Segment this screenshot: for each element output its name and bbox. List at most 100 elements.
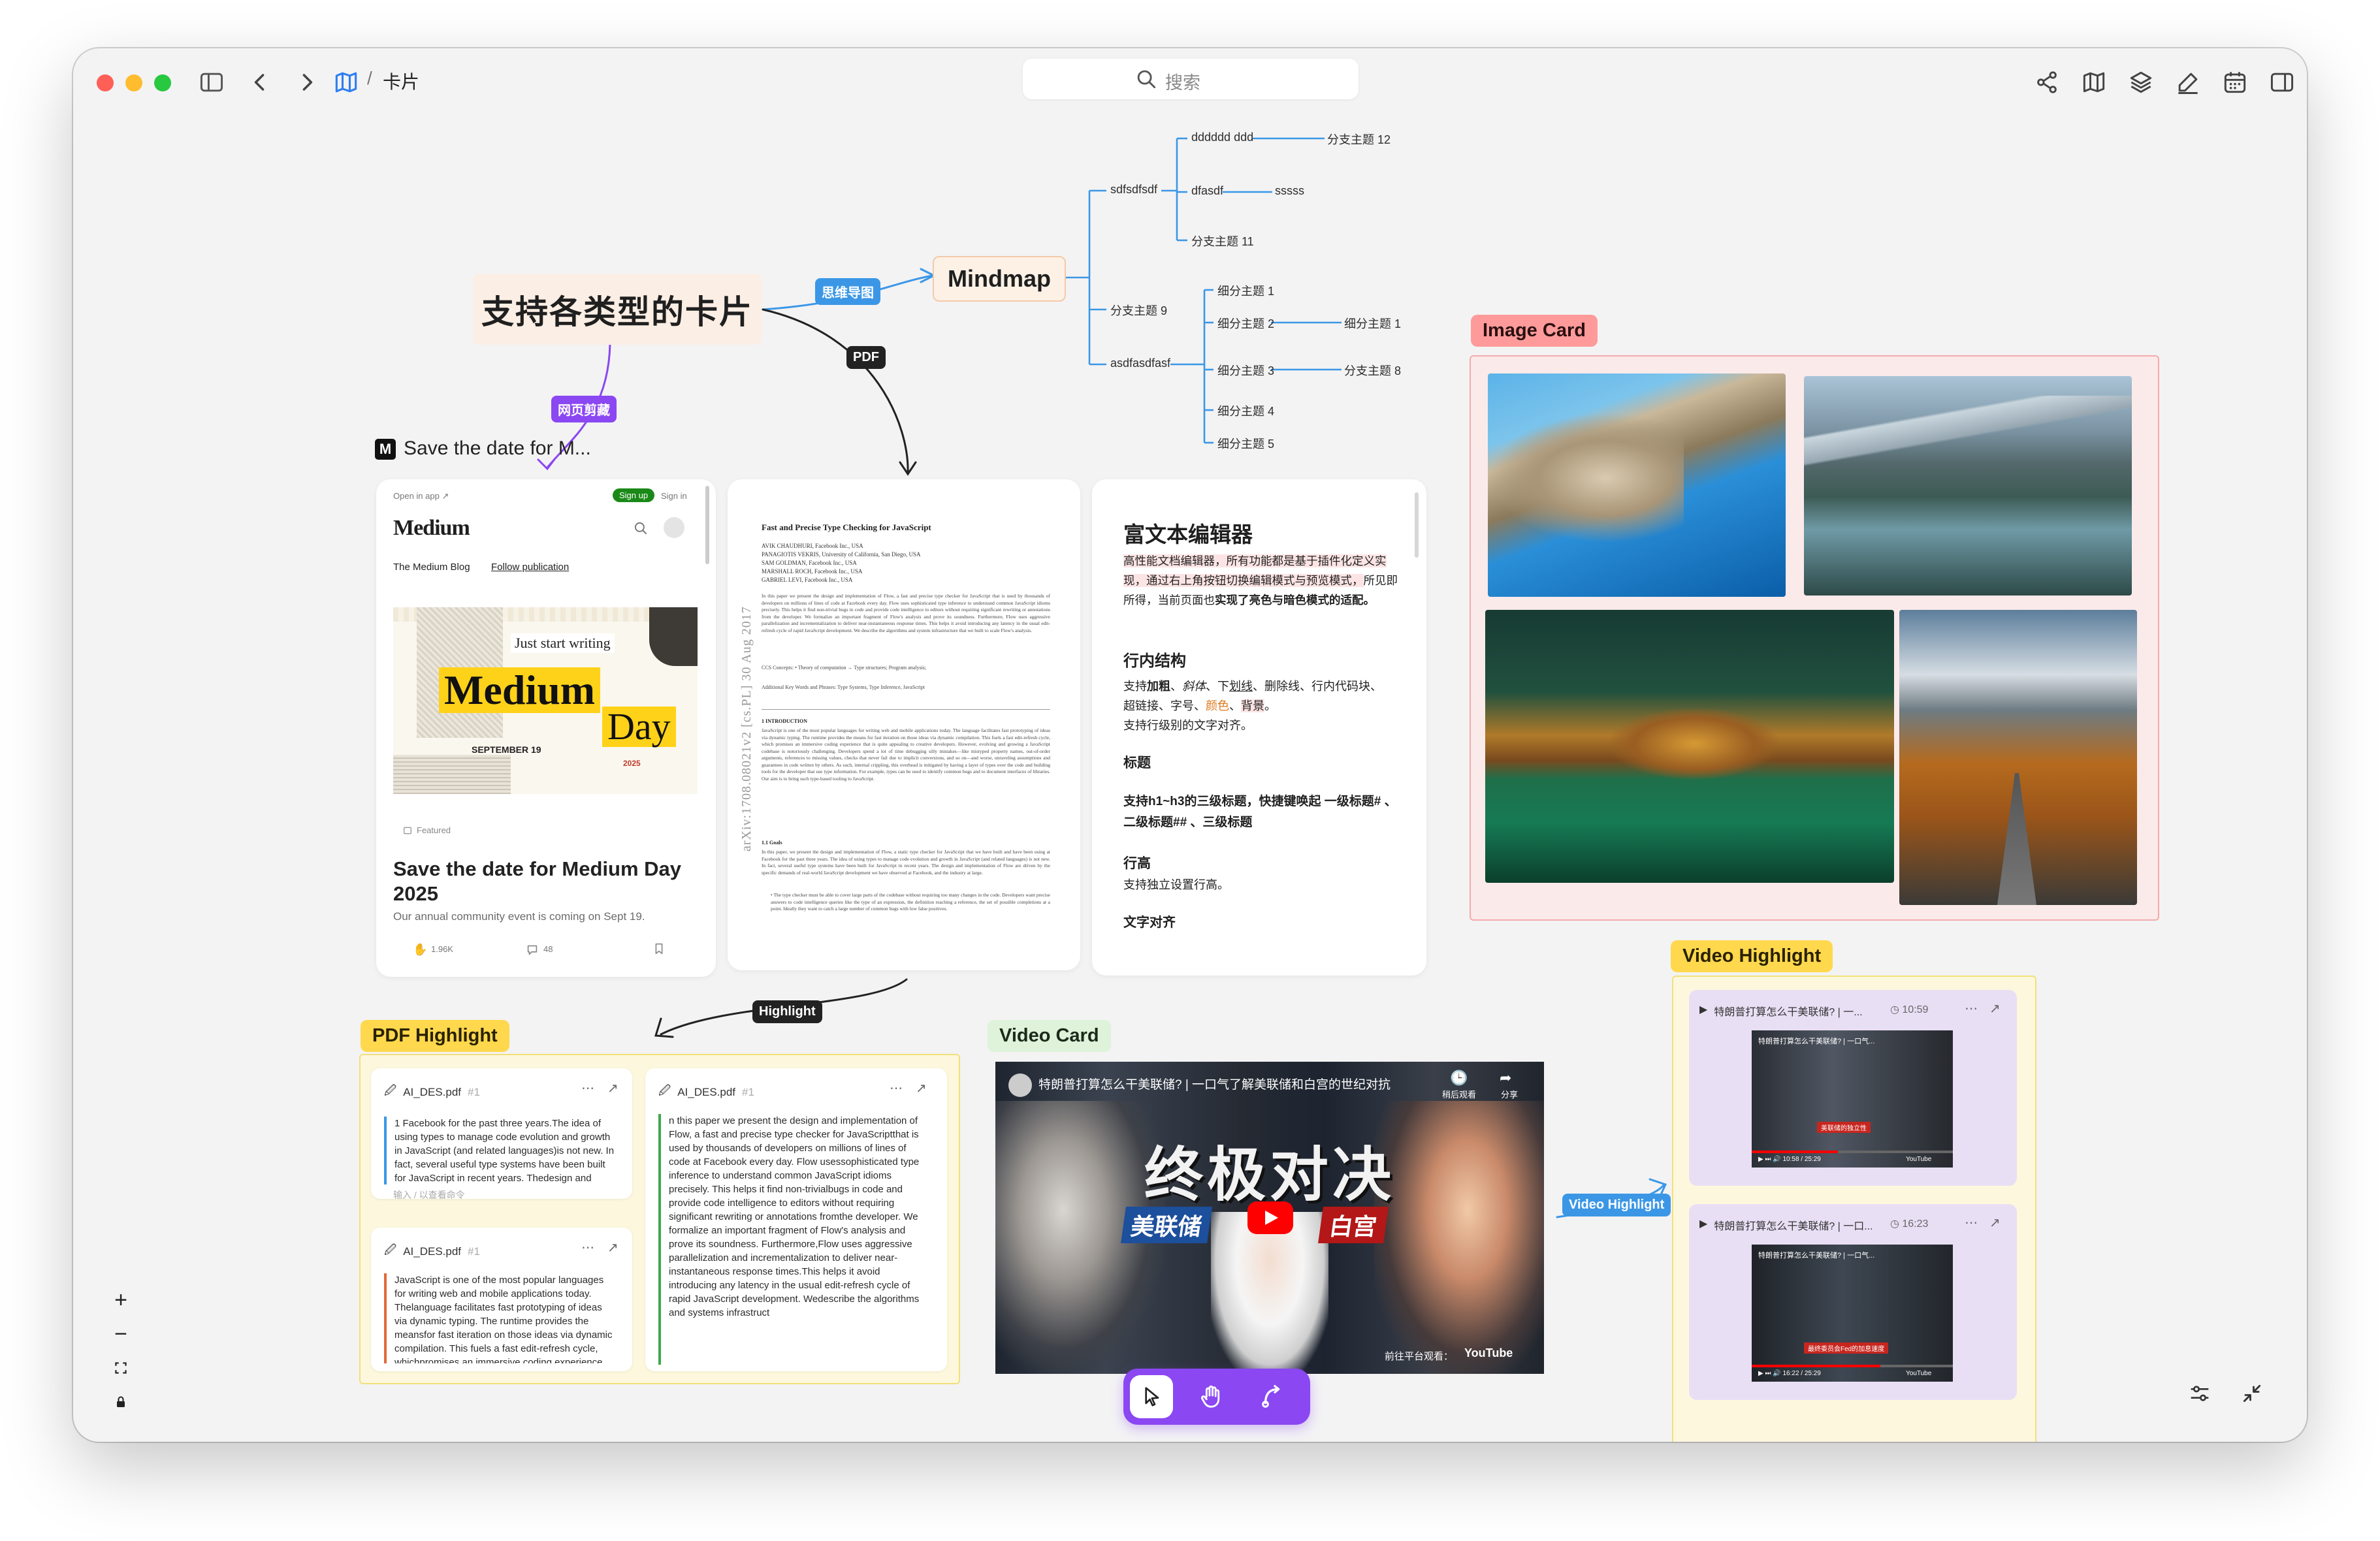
mindmap-node[interactable]: 细分主题 2 xyxy=(1217,315,1274,332)
follow-publication-link[interactable]: Follow publication xyxy=(491,562,569,573)
share-label[interactable]: 分享 xyxy=(1501,1088,1518,1100)
hand-tool-icon[interactable] xyxy=(1197,1382,1227,1412)
fit-view-icon[interactable] xyxy=(106,1353,136,1383)
comment-icon[interactable] xyxy=(525,943,539,957)
video-highlight-card[interactable]: ▶ 特朗普打算怎么干美联储? | 一口... ◷ 16:23 ⋯ ↗ 特朗普打算怎… xyxy=(1689,1204,2017,1400)
pdf-highlight-card[interactable]: 🖉 AI_DES.pdf #1 ⋯ ↗ n this paper we presen… xyxy=(645,1068,947,1371)
player-controls[interactable]: ▶ ⏭ 🔊 10:58 / 25:29 xyxy=(1758,1156,1821,1163)
mindmap-node[interactable]: dfasdf xyxy=(1191,184,1223,198)
more-icon[interactable]: ⋯ xyxy=(890,1080,903,1096)
image-card-tag[interactable]: Image Card xyxy=(1471,315,1598,347)
more-icon[interactable]: ⋯ xyxy=(1965,1000,1978,1017)
blog-name[interactable]: The Medium Blog xyxy=(393,562,470,573)
player-controls[interactable]: ▶ ⏭ 🔊 16:22 / 25:29 xyxy=(1758,1370,1821,1377)
image-card[interactable] xyxy=(1470,355,2159,921)
pdf-highlight-card[interactable]: 🖉 AI_DES.pdf #1 ⋯ ↗ 1 Facebook for the pas… xyxy=(371,1068,632,1199)
highlight-header: 🖉 AI_DES.pdf #1 xyxy=(658,1083,754,1102)
web-card-title[interactable]: Save the date for M... xyxy=(404,437,591,460)
progress-bar[interactable] xyxy=(1752,1151,1953,1153)
open-link-icon[interactable]: ↗ xyxy=(607,1239,619,1256)
edge-label-pdf[interactable]: PDF xyxy=(846,346,886,369)
mindmap-node[interactable]: 细分主题 1 xyxy=(1344,315,1401,332)
file-name[interactable]: AI_DES.pdf xyxy=(403,1245,461,1258)
watch-later-label[interactable]: 稍后观看 xyxy=(1442,1088,1476,1100)
scrollbar[interactable] xyxy=(1415,492,1419,558)
more-icon[interactable]: ⋯ xyxy=(581,1239,594,1256)
edge-label-mindmap[interactable]: 思维导图 xyxy=(815,278,880,305)
medium-logo[interactable]: Medium xyxy=(393,516,470,541)
channel-avatar[interactable] xyxy=(1008,1073,1032,1097)
video-highlight-tag[interactable]: Video Highlight xyxy=(1671,940,1833,972)
mindmap-node[interactable]: 细分主题 5 xyxy=(1217,435,1274,452)
video-highlight-title[interactable]: 特朗普打算怎么干美联储? | 一... xyxy=(1714,1003,1862,1019)
mindmap-node[interactable]: sssss xyxy=(1275,184,1304,198)
sign-up-button[interactable]: Sign up xyxy=(613,488,655,502)
edge-label-video-highlight[interactable]: Video Highlight xyxy=(1562,1194,1671,1216)
video-player[interactable]: 特朗普打算怎么干美联储? | 一口气了解美联储和白宫的世纪对抗 🕒 稍后观看 ➦… xyxy=(995,1062,1544,1374)
mindmap-node[interactable]: 细分主题 1 xyxy=(1217,282,1274,299)
select-tool-button[interactable] xyxy=(1130,1375,1173,1418)
play-button[interactable] xyxy=(1247,1201,1293,1234)
mindmap-node[interactable]: 细分主题 3 xyxy=(1217,362,1274,379)
rich-text-title[interactable]: 富文本编辑器 xyxy=(1123,517,1253,548)
mindmap-root[interactable]: Mindmap xyxy=(933,256,1066,302)
rich-text-card[interactable]: 富文本编辑器 高性能文档编辑器，所有功能都是基于插件化定义实现，通过右上角按钮切… xyxy=(1092,479,1426,976)
more-icon[interactable]: ⋯ xyxy=(581,1080,594,1096)
mindmap-node[interactable]: 分支主题 11 xyxy=(1191,232,1254,249)
open-link-icon[interactable]: ↗ xyxy=(607,1080,619,1096)
open-link-icon[interactable]: ↗ xyxy=(1989,1215,2001,1231)
video-thumbnail[interactable]: 特朗普打算怎么干美联储? | 一口气... 美联储的独立性 ▶ ⏭ 🔊 10:5… xyxy=(1752,1030,1953,1168)
video-title[interactable]: 特朗普打算怎么干美联储? | 一口气了解美联储和白宫的世纪对抗 xyxy=(1038,1075,1430,1092)
article-headline[interactable]: Save the date for Medium Day 2025 xyxy=(393,857,700,906)
open-link-icon[interactable]: ↗ xyxy=(1989,1000,2001,1017)
avatar[interactable] xyxy=(664,517,684,538)
collapse-icon[interactable] xyxy=(2239,1380,2265,1406)
scrollbar[interactable] xyxy=(705,486,709,564)
lock-icon[interactable] xyxy=(106,1387,136,1417)
video-highlight-card[interactable]: ▶ 特朗普打算怎么干美联储? | 一... ◷ 10:59 ⋯ ↗ 特朗普打算怎么… xyxy=(1689,990,2017,1186)
clock-icon[interactable]: 🕒 xyxy=(1450,1070,1468,1087)
video-highlight-group[interactable]: ▶ 特朗普打算怎么干美联储? | 一... ◷ 10:59 ⋯ ↗ 特朗普打算怎么… xyxy=(1672,976,2036,1442)
mindmap-node[interactable]: 分支主题 8 xyxy=(1344,362,1401,379)
mindmap-node[interactable]: 细分主题 4 xyxy=(1217,402,1274,419)
settings-sliders-icon[interactable] xyxy=(2187,1380,2213,1406)
mindmap-node[interactable]: asdfasdfasf xyxy=(1110,357,1170,370)
share-icon[interactable]: ➦ xyxy=(1500,1070,1511,1087)
progress-bar[interactable] xyxy=(1752,1365,1953,1367)
file-name[interactable]: AI_DES.pdf xyxy=(403,1086,461,1099)
mindmap-node[interactable]: 分支主题 9 xyxy=(1110,302,1167,319)
youtube-logo[interactable]: YouTube xyxy=(1464,1346,1513,1360)
canvas-title[interactable]: 支持各类型的卡片 xyxy=(473,274,762,345)
pdf-highlight-card[interactable]: 🖉 AI_DES.pdf #1 ⋯ ↗ JavaScript is one of t… xyxy=(371,1228,632,1371)
open-in-app-link[interactable]: Open in app ↗ xyxy=(393,491,449,501)
mountain-lake-photo[interactable] xyxy=(1804,376,2132,596)
connector-tool-icon[interactable] xyxy=(1258,1382,1288,1412)
command-input[interactable]: 输入 / 以查看命令 xyxy=(393,1188,465,1199)
autumn-island-photo[interactable] xyxy=(1485,610,1894,883)
zoom-out-button[interactable]: − xyxy=(106,1319,136,1349)
web-clip-card[interactable]: Open in app ↗ Sign up Sign in Medium The… xyxy=(376,479,716,977)
mindmap-node[interactable]: dddddd ddd xyxy=(1191,131,1253,144)
bookmark-icon[interactable] xyxy=(652,942,666,956)
edge-label-web-clip[interactable]: 网页剪藏 xyxy=(551,396,617,422)
pdf-highlight-tag[interactable]: PDF Highlight xyxy=(361,1020,509,1052)
more-icon[interactable]: ⋯ xyxy=(1965,1215,1978,1231)
sign-in-link[interactable]: Sign in xyxy=(661,491,687,501)
mindmap-node[interactable]: sdfsdfsdf xyxy=(1110,183,1157,197)
file-name[interactable]: AI_DES.pdf xyxy=(677,1086,735,1099)
clap-icon[interactable]: ✋ xyxy=(413,943,427,957)
mindmap-node[interactable]: 分支主题 12 xyxy=(1327,131,1391,148)
cliff-beach-photo[interactable] xyxy=(1488,373,1786,597)
pdf-card[interactable]: arXiv:1708.08021v2 [cs.PL] 30 Aug 2017 F… xyxy=(728,479,1080,970)
open-link-icon[interactable]: ↗ xyxy=(916,1080,927,1096)
youtube-logo[interactable]: YouTube xyxy=(1906,1370,1931,1377)
youtube-logo[interactable]: YouTube xyxy=(1906,1156,1931,1163)
video-thumbnail[interactable]: 特朗普打算怎么干美联储? | 一口气... 最终委员会Fed的加息速度 ▶ ⏭ … xyxy=(1752,1245,1953,1382)
video-card-tag[interactable]: Video Card xyxy=(988,1020,1111,1052)
zoom-in-button[interactable]: + xyxy=(106,1285,136,1315)
search-icon[interactable] xyxy=(632,520,649,537)
edge-label-highlight[interactable]: Highlight xyxy=(752,1000,822,1023)
autumn-road-photo[interactable] xyxy=(1899,610,2137,905)
pdf-highlight-group[interactable]: 🖉 AI_DES.pdf #1 ⋯ ↗ 1 Facebook for the pas… xyxy=(359,1054,960,1384)
video-highlight-title[interactable]: 特朗普打算怎么干美联储? | 一口... xyxy=(1714,1217,1873,1233)
